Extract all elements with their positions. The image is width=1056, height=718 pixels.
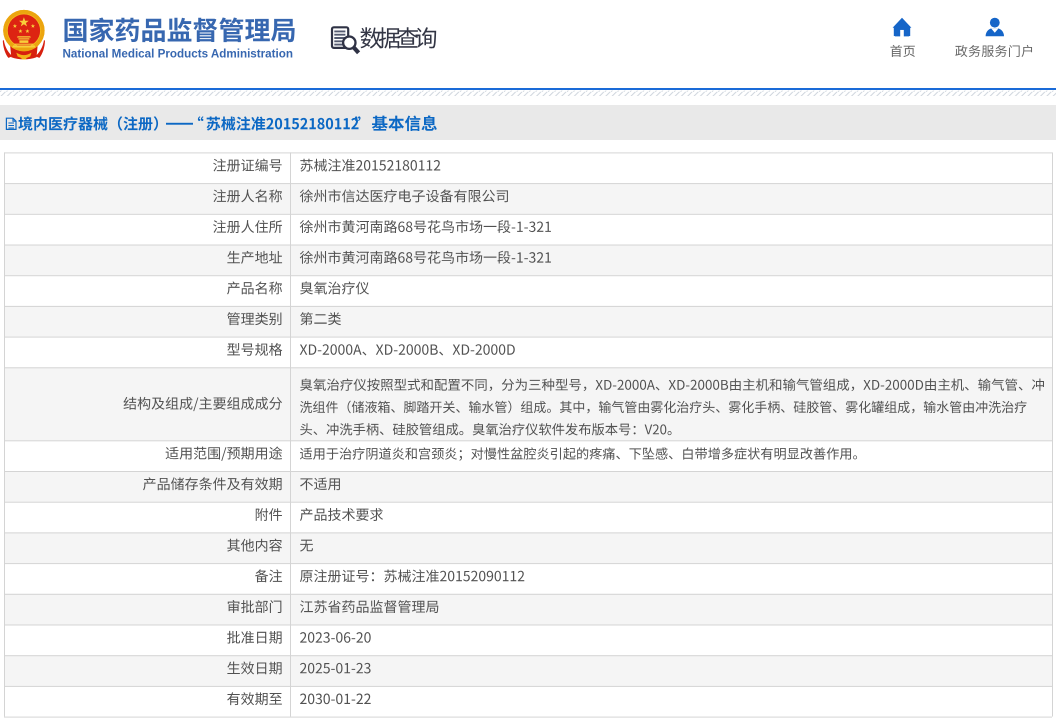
svg-text:National Medical Products Admi: National Medical Products Administration	[63, 47, 294, 61]
